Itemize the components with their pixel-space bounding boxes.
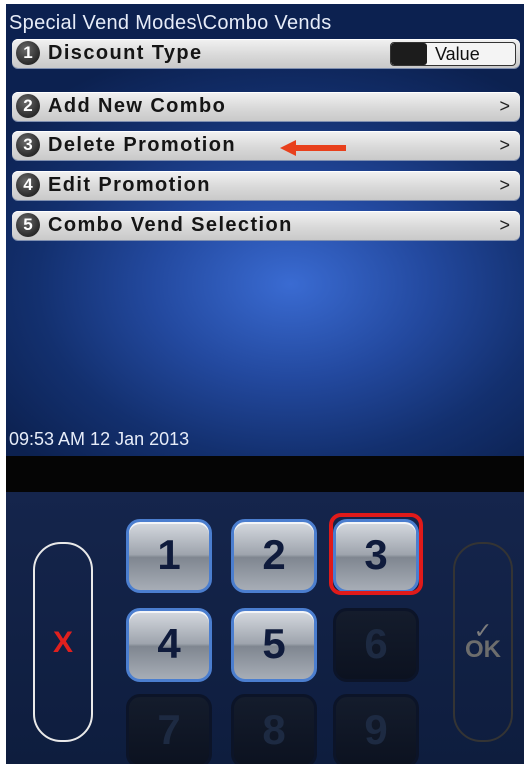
key-digit: 7 xyxy=(157,706,181,753)
key-9: 9 xyxy=(333,694,419,764)
key-digit: 8 xyxy=(262,706,286,753)
menu-number-1: 1 xyxy=(16,41,40,65)
menu-item-label: Combo Vend Selection xyxy=(48,214,293,236)
cancel-x-icon: X xyxy=(52,626,73,659)
chevron-right-icon: > xyxy=(499,215,510,235)
chevron-right-icon: > xyxy=(499,175,510,195)
key-digit: 5 xyxy=(262,620,286,667)
key-digit: 9 xyxy=(364,706,388,753)
toggle-value: Value xyxy=(435,44,480,64)
keypad: X ✓ OK 1 2 3 4 5 6 7 8 9 xyxy=(6,492,524,764)
key-8: 8 xyxy=(231,694,317,764)
menu-item-label: Add New Combo xyxy=(48,95,227,117)
left-arrow-icon xyxy=(280,140,346,156)
menu-item-label: Edit Promotion xyxy=(48,174,211,196)
chevron-right-icon: > xyxy=(499,135,510,155)
key-1[interactable]: 1 xyxy=(126,519,212,593)
timestamp: 09:53 AM 12 Jan 2013 xyxy=(9,429,190,449)
key-4[interactable]: 4 xyxy=(126,608,212,682)
ok-button[interactable]: ✓ OK xyxy=(453,542,513,742)
key-5[interactable]: 5 xyxy=(231,608,317,682)
key-6: 6 xyxy=(333,608,419,682)
toggle-knob xyxy=(391,43,427,65)
divider-band xyxy=(6,456,524,492)
key-7: 7 xyxy=(126,694,212,764)
key-digit: 1 xyxy=(157,531,181,578)
key-3-highlight xyxy=(329,513,423,595)
menu-number-3: 3 xyxy=(16,133,40,157)
key-2[interactable]: 2 xyxy=(231,519,317,593)
menu-number-4: 4 xyxy=(16,173,40,197)
menu-item-combo-vend-selection[interactable]: 5 Combo Vend Selection > xyxy=(12,211,520,240)
menu-item-edit-promotion[interactable]: 4 Edit Promotion > xyxy=(12,171,520,200)
cancel-button[interactable]: X xyxy=(33,542,93,742)
screen-title: Special Vend Modes\Combo Vends xyxy=(9,12,332,34)
menu-number-5: 5 xyxy=(16,213,40,237)
menu-item-discount-type[interactable]: 1 Discount Type Value xyxy=(12,39,520,68)
menu-item-delete-promotion[interactable]: 3 Delete Promotion > xyxy=(12,131,520,160)
key-digit: 6 xyxy=(364,620,388,667)
menu-screen: Special Vend Modes\Combo Vends 1 Discoun… xyxy=(6,4,524,456)
key-digit: 2 xyxy=(262,531,286,578)
menu-number-2: 2 xyxy=(16,94,40,118)
menu-item-label: Delete Promotion xyxy=(48,134,236,156)
menu-item-label: Discount Type xyxy=(48,42,203,64)
key-digit: 4 xyxy=(157,620,181,667)
ok-label: OK xyxy=(465,636,501,663)
chevron-right-icon: > xyxy=(499,96,510,116)
discount-type-toggle[interactable]: Value xyxy=(390,42,516,66)
menu-item-add-new-combo[interactable]: 2 Add New Combo > xyxy=(12,92,520,121)
vending-display: Special Vend Modes\Combo Vends 1 Discoun… xyxy=(6,4,524,764)
